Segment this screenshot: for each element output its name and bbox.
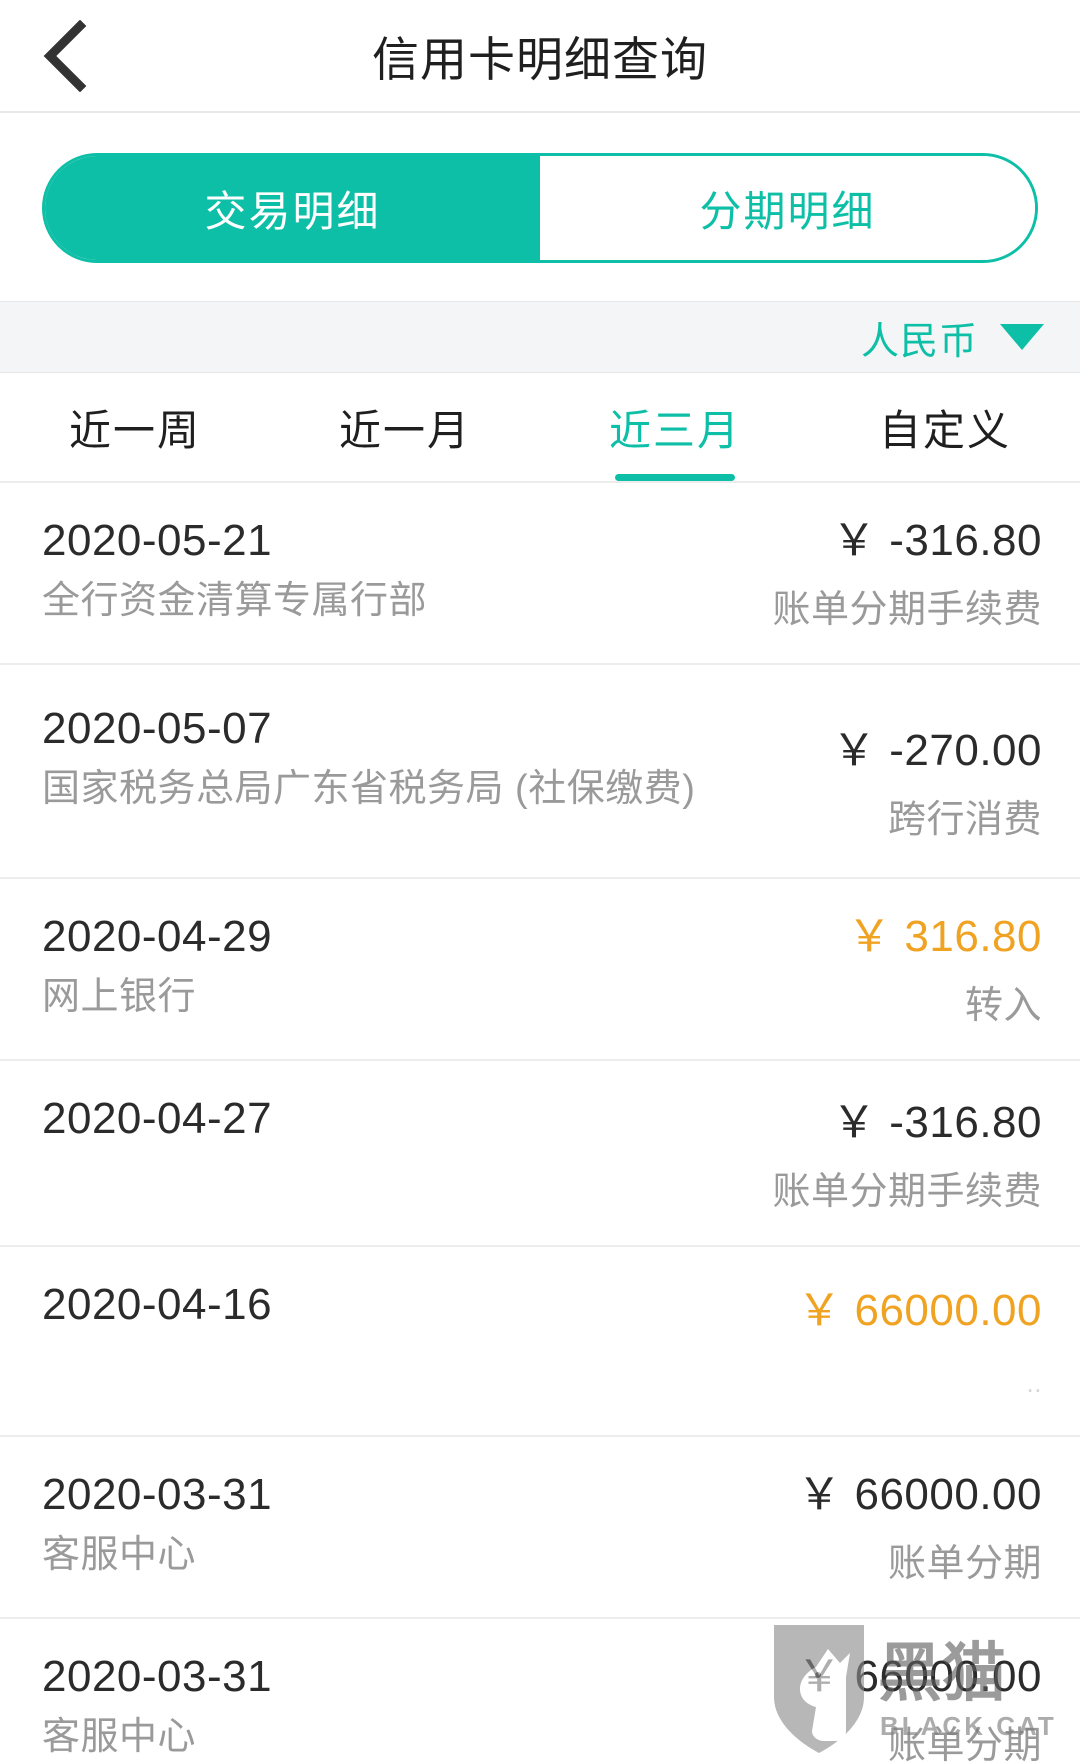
table-row[interactable]: 2020-03-31 客服中心 ￥ 66000.00 账单分期: [0, 1619, 1080, 1763]
transaction-info: 2020-05-21 全行资金清算专属行部: [42, 513, 752, 627]
range-tab-month[interactable]: 近一月: [270, 373, 540, 481]
transaction-list: 2020-05-21 全行资金清算专属行部 ￥ -316.80 账单分期手续费 …: [0, 483, 1080, 1763]
transaction-type: ..: [1026, 1368, 1042, 1398]
transaction-info: 2020-03-31 客服中心: [42, 1649, 777, 1763]
transaction-amount: ￥ -316.80: [832, 1098, 1042, 1147]
transaction-merchant: 全行资金清算专属行部: [42, 580, 428, 622]
transaction-merchant: 国家税务总局广东省税务局 (社保缴费): [42, 768, 696, 810]
transaction-info: 2020-05-07 国家税务总局广东省税务局 (社保缴费): [42, 701, 812, 815]
app-screen: 信用卡明细查询 交易明细 分期明细 人民币 近一周 近一月 近三月 自定义 20…: [0, 0, 1080, 1763]
page-title: 信用卡明细查询: [372, 33, 708, 86]
range-tab-three-months[interactable]: 近三月: [540, 373, 810, 481]
tab-installment-details[interactable]: 分期明细: [540, 156, 1035, 260]
transaction-amount: ￥ -316.80: [832, 516, 1042, 565]
currency-label: 人民币: [860, 320, 978, 363]
transaction-date: 2020-04-29: [42, 912, 273, 961]
transaction-date: 2020-05-07: [42, 704, 273, 753]
currency-bar: 人民币: [0, 301, 1080, 373]
tab-transaction-details[interactable]: 交易明细: [45, 156, 540, 260]
transaction-amount-block: ￥ -270.00 跨行消费: [832, 701, 1042, 843]
transaction-info: 2020-04-16: [42, 1277, 777, 1332]
transaction-type: 账单分期: [887, 1725, 1042, 1763]
transaction-info: 2020-03-31 客服中心: [42, 1467, 777, 1581]
transaction-type: 账单分期手续费: [772, 589, 1042, 631]
transaction-amount-block: ￥ 66000.00 ..: [797, 1277, 1042, 1399]
transaction-merchant: 客服中心: [42, 1716, 197, 1758]
transaction-date: 2020-03-31: [42, 1652, 273, 1701]
transaction-info: 2020-04-27: [42, 1091, 752, 1146]
table-row[interactable]: 2020-05-21 全行资金清算专属行部 ￥ -316.80 账单分期手续费: [0, 483, 1080, 665]
segmented-control-wrap: 交易明细 分期明细: [0, 113, 1080, 301]
currency-selector[interactable]: 人民币: [861, 310, 1044, 365]
transaction-date: 2020-04-16: [42, 1280, 273, 1329]
transaction-type: 账单分期手续费: [772, 1171, 1042, 1213]
transaction-amount: ￥ 66000.00: [797, 1286, 1042, 1335]
page-header: 信用卡明细查询: [0, 0, 1080, 113]
transaction-type: 跨行消费: [887, 799, 1042, 841]
table-row[interactable]: 2020-05-07 国家税务总局广东省税务局 (社保缴费) ￥ -270.00…: [0, 665, 1080, 879]
range-tab-week[interactable]: 近一周: [0, 373, 270, 481]
segmented-control: 交易明细 分期明细: [42, 153, 1038, 263]
transaction-amount: ￥ -270.00: [832, 726, 1042, 775]
range-tab-custom[interactable]: 自定义: [810, 373, 1080, 481]
transaction-date: 2020-05-21: [42, 516, 273, 565]
transaction-date: 2020-04-27: [42, 1094, 273, 1143]
transaction-amount-block: ￥ -316.80 账单分期手续费: [772, 513, 1042, 633]
transaction-amount-block: ￥ 66000.00 账单分期: [797, 1649, 1042, 1763]
back-button[interactable]: [30, 19, 100, 92]
transaction-date: 2020-03-31: [42, 1470, 273, 1519]
table-row[interactable]: 2020-04-27 ￥ -316.80 账单分期手续费: [0, 1061, 1080, 1247]
table-row[interactable]: 2020-04-16 ￥ 66000.00 ..: [0, 1247, 1080, 1437]
transaction-type: 账单分期: [887, 1543, 1042, 1585]
transaction-amount: ￥ 316.80: [847, 912, 1042, 961]
transaction-amount: ￥ 66000.00: [797, 1652, 1042, 1701]
transaction-info: 2020-04-29 网上银行: [42, 909, 827, 1023]
table-row[interactable]: 2020-04-29 网上银行 ￥ 316.80 转入: [0, 879, 1080, 1061]
transaction-amount: ￥ 66000.00: [797, 1470, 1042, 1519]
transaction-merchant: 网上银行: [42, 976, 197, 1018]
transaction-merchant: 客服中心: [42, 1534, 197, 1576]
chevron-left-icon: [42, 19, 88, 92]
transaction-amount-block: ￥ 316.80 转入: [847, 909, 1042, 1029]
transaction-amount-block: ￥ -316.80 账单分期手续费: [772, 1091, 1042, 1215]
caret-down-icon: [1000, 324, 1044, 350]
transaction-amount-block: ￥ 66000.00 账单分期: [797, 1467, 1042, 1587]
date-range-tabs: 近一周 近一月 近三月 自定义: [0, 373, 1080, 483]
table-row[interactable]: 2020-03-31 客服中心 ￥ 66000.00 账单分期: [0, 1437, 1080, 1619]
transaction-type: 转入: [964, 985, 1042, 1027]
